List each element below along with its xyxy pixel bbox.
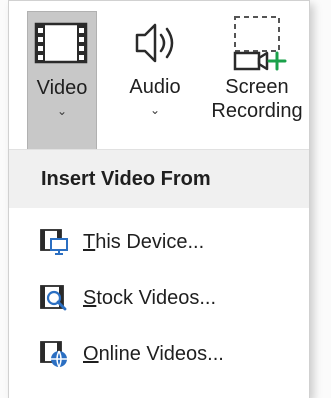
stock-videos-icon <box>39 283 69 313</box>
screen-recording-icon <box>221 13 293 73</box>
video-button-label: Video <box>36 77 88 99</box>
device-video-icon <box>39 227 69 257</box>
access-key: O <box>83 342 99 365</box>
access-key: S <box>83 286 97 309</box>
insert-video-dropdown: Video ⌄ Audio ⌄ Screen Recording Insert … <box>8 0 310 398</box>
film-strip-icon <box>26 14 98 74</box>
chevron-down-icon: ⌄ <box>56 104 68 118</box>
online-videos-icon <box>39 339 69 369</box>
video-button[interactable]: Video ⌄ <box>27 11 97 150</box>
menu-item-online-videos[interactable]: Online Videos... <box>9 330 309 378</box>
menu-item-text: his Device... <box>95 230 205 253</box>
screen-recording-button[interactable]: Screen Recording <box>207 11 307 139</box>
insert-video-menu: Insert Video From This Device... Stock V… <box>9 149 309 398</box>
menu-item-text: tock Videos... <box>96 286 217 309</box>
menu-item-text: nline Videos... <box>98 342 224 365</box>
screen-recording-label-line2: Recording <box>211 100 303 122</box>
audio-button-label: Audio <box>129 76 181 98</box>
access-key: T <box>83 230 96 253</box>
chevron-down-icon: ⌄ <box>149 103 161 117</box>
audio-button[interactable]: Audio ⌄ <box>117 11 193 139</box>
menu-item-label: This Device... <box>83 231 204 254</box>
menu-header: Insert Video From <box>9 150 309 208</box>
screen-recording-label: Screen Recording <box>211 75 302 123</box>
menu-item-label: Online Videos... <box>83 343 224 366</box>
menu-item-stock-videos[interactable]: Stock Videos... <box>9 274 309 322</box>
menu-item-label: Stock Videos... <box>83 287 216 310</box>
menu-item-this-device[interactable]: This Device... <box>9 218 309 266</box>
speaker-icon <box>119 13 191 73</box>
media-ribbon-group: Video ⌄ Audio ⌄ Screen Recording <box>9 1 309 150</box>
screen-recording-label-line1: Screen <box>225 76 289 98</box>
